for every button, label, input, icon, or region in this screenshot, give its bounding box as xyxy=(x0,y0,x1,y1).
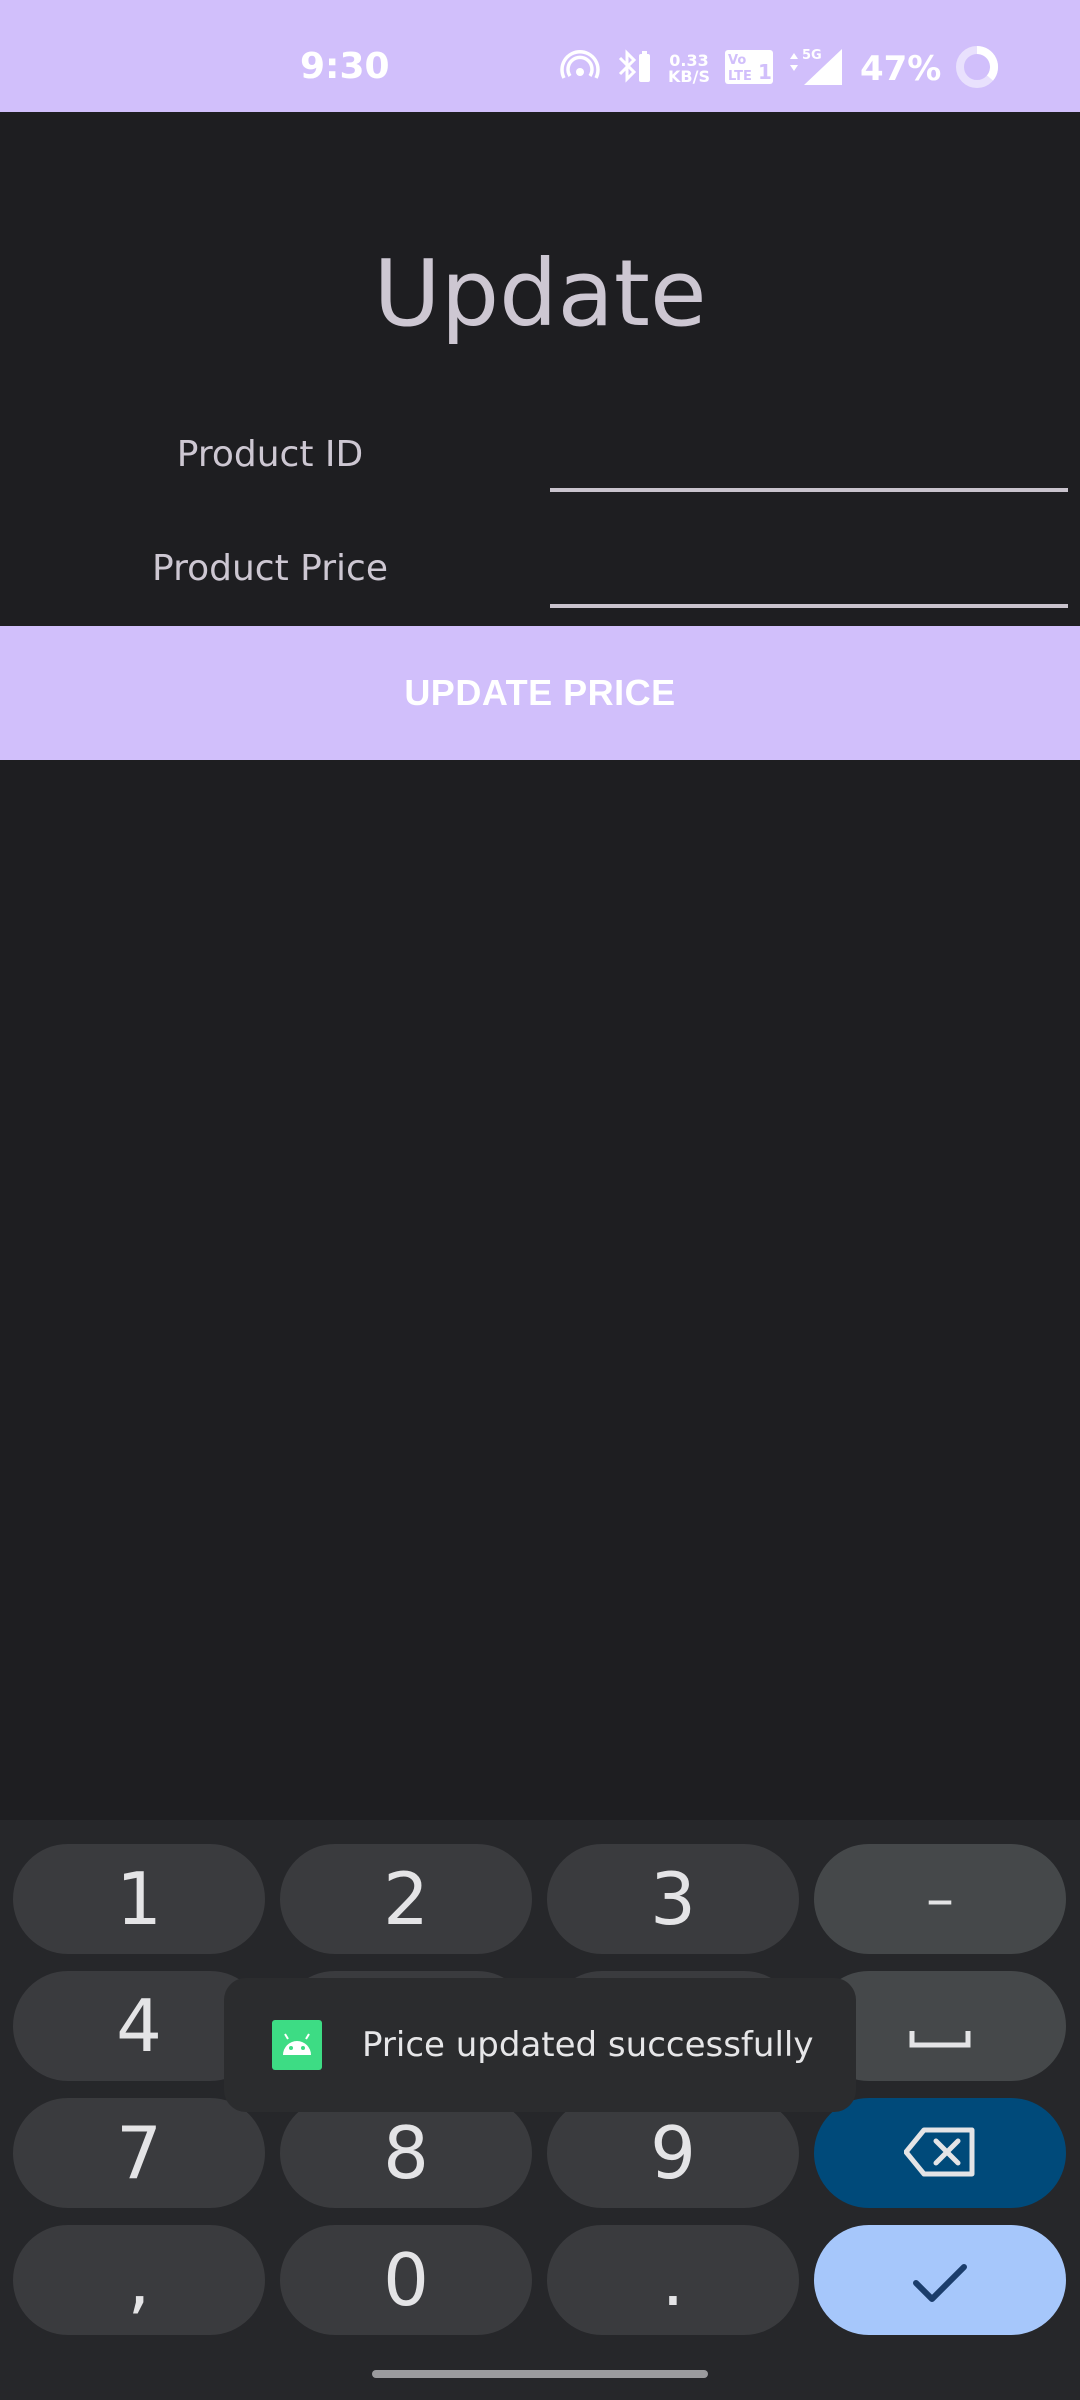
product-id-label: Product ID xyxy=(176,434,364,475)
product-price-input[interactable] xyxy=(550,534,1068,608)
checkmark-icon xyxy=(912,2238,968,2322)
volte-icon: Vo LTE 1 xyxy=(724,49,774,90)
key-done[interactable] xyxy=(814,2225,1066,2335)
bluetooth-icon xyxy=(614,48,654,91)
toast: Price updated successfully xyxy=(224,1978,856,2112)
backspace-icon xyxy=(903,2111,976,2195)
toast-message: Price updated successfully xyxy=(362,2025,814,2065)
navigation-handle[interactable] xyxy=(372,2370,708,2378)
network-speed: 0.33 KB/S xyxy=(668,53,710,85)
page-title: Update xyxy=(373,240,707,347)
update-price-button[interactable]: UPDATE PRICE xyxy=(0,626,1080,760)
key-8[interactable]: 8 xyxy=(280,2098,532,2208)
svg-text:5G: 5G xyxy=(802,48,822,63)
key-2[interactable]: 2 xyxy=(280,1844,532,1954)
svg-text:Vo: Vo xyxy=(728,53,746,68)
status-bar: 9:30 0.33 KB/S Vo LTE 1 5G 47% xyxy=(0,0,1080,112)
product-price-label: Product Price xyxy=(152,548,388,589)
key-backspace[interactable] xyxy=(814,2098,1066,2208)
svg-text:LTE: LTE xyxy=(728,69,752,84)
status-time: 9:30 xyxy=(300,46,390,87)
key-comma[interactable]: , xyxy=(13,2225,265,2335)
android-app-icon xyxy=(272,2020,322,2070)
network-speed-unit: KB/S xyxy=(668,67,710,86)
key-9[interactable]: 9 xyxy=(547,2098,799,2208)
key-1[interactable]: 1 xyxy=(13,1844,265,1954)
status-icons: 0.33 KB/S Vo LTE 1 5G 47% xyxy=(560,44,999,94)
key-dash[interactable]: – xyxy=(814,1844,1066,1954)
battery-percentage: 47% xyxy=(859,49,942,89)
battery-ring-icon xyxy=(955,45,999,94)
signal-5g-icon: 5G xyxy=(788,47,846,92)
product-id-input[interactable] xyxy=(550,418,1068,492)
key-3[interactable]: 3 xyxy=(547,1844,799,1954)
space-icon xyxy=(908,1984,972,2068)
svg-text:1: 1 xyxy=(758,60,772,84)
hotspot-icon xyxy=(560,49,600,89)
key-period[interactable]: . xyxy=(547,2225,799,2335)
key-7[interactable]: 7 xyxy=(13,2098,265,2208)
key-0[interactable]: 0 xyxy=(280,2225,532,2335)
